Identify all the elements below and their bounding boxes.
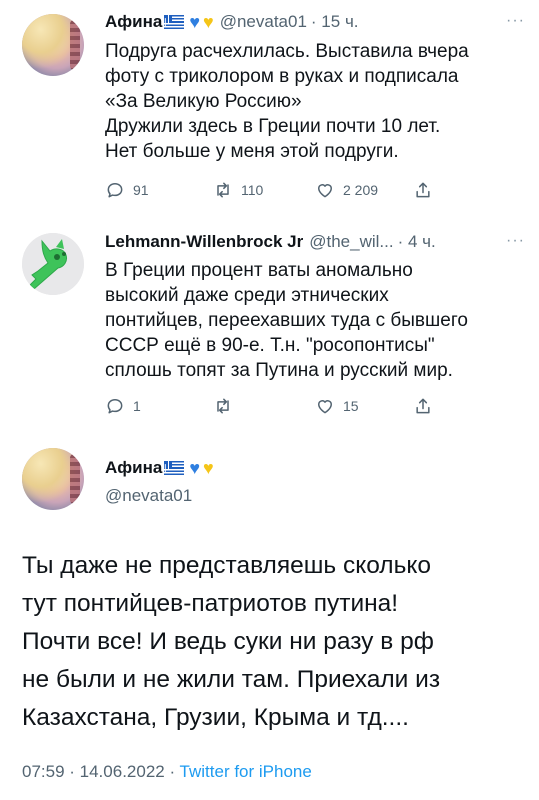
tweet-text-line: высокий даже среди этнических [105, 285, 389, 306]
like-count: 15 [343, 398, 359, 414]
blue-heart-icon: ♥ [189, 12, 201, 32]
tweet-text-line: Дружили здесь в Греции почти 10 лет. [105, 116, 441, 137]
reply-button[interactable]: 91 [105, 180, 149, 200]
tweet-handle-row: @nevata01 [105, 486, 192, 506]
user-handle[interactable]: @nevata01 [220, 12, 307, 32]
retweet-count: 110 [241, 182, 264, 198]
share-button[interactable] [413, 180, 433, 200]
avatar[interactable] [22, 233, 84, 295]
like-count: 2 209 [343, 182, 379, 198]
share-icon [416, 182, 430, 198]
tweet-text-line: Ты даже не представляешь сколько [22, 552, 431, 579]
tweet-header: Lehmann-Willenbrock Jr @the_wil... · 4 ч… [105, 232, 436, 252]
tweet-text-line: «За Великую Россию» [105, 91, 302, 112]
avatar-background [70, 454, 80, 504]
tweet-text-line: Почти все! И ведь суки ни разу в рф [22, 628, 434, 655]
reply-icon [107, 399, 123, 414]
tweet-text-line: понтийцев, переехавших туда с бывшего [105, 310, 468, 331]
share-button[interactable] [413, 396, 433, 416]
greece-flag-icon [164, 461, 185, 475]
tweet-actions: 1 15 [0, 395, 539, 417]
retweet-button[interactable] [213, 396, 241, 416]
like-button[interactable]: 2 209 [315, 180, 378, 200]
like-button[interactable]: 15 [315, 396, 359, 416]
retweet-icon [217, 398, 229, 414]
display-name[interactable]: Афина [105, 458, 162, 478]
avatar[interactable] [22, 14, 84, 76]
key-avatar-icon [22, 233, 84, 295]
avatar-background [70, 20, 80, 70]
reply-count: 91 [133, 182, 149, 198]
tweet-text-line: Нет больше у меня этой подруги. [105, 141, 399, 162]
reply-button[interactable]: 1 [105, 396, 141, 416]
retweet-button[interactable]: 110 [213, 180, 263, 200]
blue-heart-icon: ♥ [189, 458, 201, 478]
tweet-timestamp[interactable]: 07:59 · 14.06.2022 · [22, 762, 180, 781]
tweet-text-line: тут понтийцев-патриотов путина! [22, 590, 399, 617]
tweet-2[interactable]: Lehmann-Willenbrock Jr @the_wil... · 4 ч… [0, 215, 539, 440]
tweet-source-link[interactable]: Twitter for iPhone [180, 762, 312, 781]
tweet-text: В Греции процент ваты аномально высокий … [105, 258, 468, 383]
tweet-text-line: фоту с триколором в руках и подписала [105, 66, 459, 87]
tweet-1[interactable]: Афина ♥ ♥ @nevata01 · 15 ч. ··· Подруга … [0, 0, 539, 215]
tweet-text-line: Казахстана, Грузии, Крыма и тд.... [22, 704, 409, 731]
like-icon [318, 184, 332, 198]
tweet-header: Афина ♥ ♥ @nevata01 · 15 ч. [105, 12, 359, 32]
reply-icon [107, 183, 123, 198]
tweet-text-line: не были и не жили там. Приехали из [22, 666, 441, 693]
yellow-heart-icon: ♥ [203, 458, 214, 478]
share-icon [416, 398, 430, 414]
tweet-text-line: В Греции процент ваты аномально [105, 260, 413, 281]
display-name[interactable]: Lehmann-Willenbrock Jr [105, 232, 303, 252]
tweet-header: Афина ♥ ♥ [105, 458, 214, 478]
tweet-actions: 91 110 2 209 [0, 179, 539, 201]
user-handle[interactable]: @the_wil... [309, 232, 393, 252]
user-handle[interactable]: @nevata01 [105, 486, 192, 506]
focused-tweet-text: Ты даже не представляешь сколько тут пон… [22, 547, 440, 737]
retweet-icon [217, 182, 229, 198]
tweet-meta: 07:59 · 14.06.2022 · Twitter for iPhone [22, 762, 312, 782]
more-options-icon[interactable]: ··· [506, 12, 525, 30]
tweet-time[interactable]: · 15 ч. [311, 12, 359, 32]
tweet-text: Подруга расчехлилась. Выставила вчера фо… [105, 39, 469, 164]
display-name[interactable]: Афина [105, 12, 162, 32]
tweet-text-line: Подруга расчехлилась. Выставила вчера [105, 41, 469, 62]
tweet-text-line: сплошь топят за Путина и русский мир. [105, 360, 453, 381]
like-icon [318, 400, 332, 414]
reply-count: 1 [133, 398, 141, 414]
more-options-icon[interactable]: ··· [506, 232, 525, 250]
yellow-heart-icon: ♥ [203, 12, 214, 32]
greece-flag-icon [164, 15, 185, 29]
tweet-time[interactable]: · 4 ч. [398, 232, 436, 252]
avatar[interactable] [22, 448, 84, 510]
tweet-text-line: СССР ещё в 90-е. Т.н. "росопонтисы" [105, 335, 435, 356]
